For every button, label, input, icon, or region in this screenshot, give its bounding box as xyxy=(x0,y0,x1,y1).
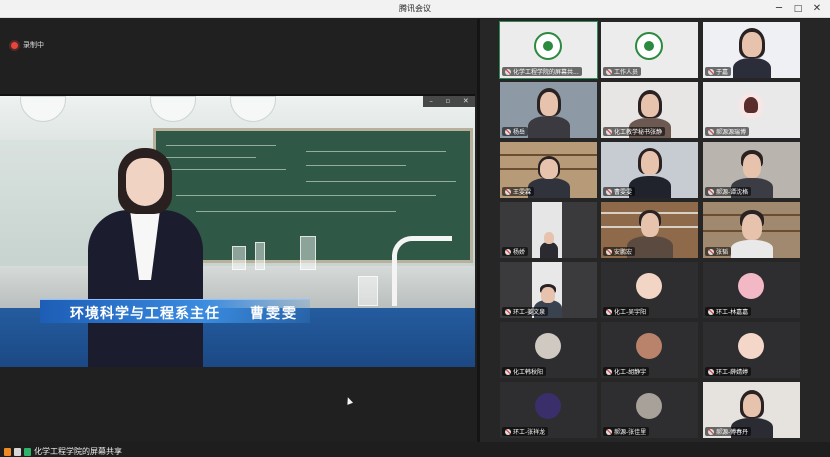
avatar xyxy=(535,393,561,419)
participant-tile[interactable]: 环工-张祥龙 xyxy=(500,382,597,438)
participant-name: 环工-张祥龙 xyxy=(513,429,546,436)
mic-muted-icon xyxy=(606,308,612,315)
participant-name: 环工-林嘉嘉 xyxy=(716,309,749,316)
participant-tile[interactable]: 化工-吴宇阳 xyxy=(601,262,698,318)
mic-muted-icon xyxy=(708,308,714,315)
shared-video[interactable]: 环境科学与工程系主任 曹雯雯 – ▫ ✕ xyxy=(0,94,475,367)
caption-role: 环境科学与工程系主任 xyxy=(70,306,220,322)
mic-muted-icon xyxy=(505,128,511,135)
recording-indicator: 录制中 xyxy=(11,40,44,50)
participant-tile[interactable]: 杨岳 xyxy=(500,82,597,138)
shared-screen-area[interactable]: 录制中 环境科学与工程系主任 曹雯雯 – ▫ ✕ 化学工程学院的屏幕共享 xyxy=(0,19,477,456)
mic-muted-icon xyxy=(505,248,511,255)
participant-tile[interactable]: 安鹏宏 xyxy=(601,202,698,258)
avatar xyxy=(636,273,662,299)
video-close-icon[interactable]: ✕ xyxy=(463,96,469,107)
mic-muted-icon xyxy=(708,248,714,255)
caption-name: 曹雯雯 xyxy=(250,306,298,322)
mic-muted-icon xyxy=(505,308,511,315)
mic-muted-icon xyxy=(606,428,612,435)
avatar xyxy=(738,273,764,299)
mic-muted-icon xyxy=(505,68,511,75)
participant-tile[interactable]: 曹雯雯 xyxy=(601,142,698,198)
recording-label: 录制中 xyxy=(23,41,44,49)
mic-muted-icon xyxy=(708,68,714,75)
record-dot-icon xyxy=(11,41,18,49)
participant-name: 化工教学秘书张静 xyxy=(614,129,663,136)
participant-tile[interactable]: 环工-姜文泉 xyxy=(500,262,597,318)
share-label-text: 化学工程学院的屏幕共享 xyxy=(34,447,122,456)
participant-name: 郝源-傅春丹 xyxy=(716,429,749,436)
participant-tile[interactable]: 王雯霖 xyxy=(500,142,597,198)
mic-muted-icon xyxy=(708,428,714,435)
participant-name: 化工-胡静宇 xyxy=(614,369,647,376)
participant-name: 杨娇 xyxy=(513,249,526,256)
minimize-button[interactable]: ─ xyxy=(771,1,787,17)
participant-tile[interactable]: 郝源源瑞博 xyxy=(703,82,800,138)
mic-muted-icon xyxy=(505,188,511,195)
participant-name: 郝源源瑞博 xyxy=(716,129,747,136)
participant-tile[interactable]: 环工-林嘉嘉 xyxy=(703,262,800,318)
participant-name: 环工-薛婧婷 xyxy=(716,369,749,376)
participant-tile[interactable]: 张韬 xyxy=(703,202,800,258)
mic-muted-icon xyxy=(505,428,511,435)
participant-tile[interactable]: 化学工程学院的屏幕共... xyxy=(499,21,598,79)
mic-muted-icon xyxy=(708,368,714,375)
participant-tile[interactable]: 化工-胡静宇 xyxy=(601,322,698,378)
mic-muted-icon xyxy=(606,368,612,375)
mic-muted-icon xyxy=(606,128,612,135)
host-icon xyxy=(4,447,11,456)
participant-name: 化工-吴宇阳 xyxy=(614,309,647,316)
mic-muted-icon xyxy=(606,188,612,195)
participant-name: 化学工程学院的屏幕共... xyxy=(513,69,579,76)
avatar xyxy=(535,333,561,359)
participant-tile[interactable]: 化工教学秘书张静 xyxy=(601,82,698,138)
participant-name: 曹雯雯 xyxy=(614,189,633,196)
participant-name: 杨岳 xyxy=(513,129,526,136)
participant-name: 于嘉 xyxy=(716,69,729,76)
video-restore-icon[interactable]: ▫ xyxy=(445,96,450,107)
avatar xyxy=(636,333,662,359)
school-logo-icon xyxy=(635,32,663,60)
presenter xyxy=(88,148,203,367)
participant-tile[interactable]: 郝源-谭沈格 xyxy=(703,142,800,198)
school-logo-icon xyxy=(534,32,562,60)
mic-muted-icon xyxy=(606,248,612,255)
participant-tile[interactable]: 环工-薛婧婷 xyxy=(703,322,800,378)
participant-tile[interactable]: 郝源-张佳里 xyxy=(601,382,698,438)
participant-name: 工作人员 xyxy=(614,69,639,76)
participant-tile[interactable]: 工作人员 xyxy=(601,22,698,78)
window-title: 腾讯会议 xyxy=(399,4,431,13)
mic-muted-icon xyxy=(606,68,612,75)
lower-third-caption: 环境科学与工程系主任 曹雯雯 xyxy=(40,299,310,323)
mic-muted-icon xyxy=(505,368,511,375)
participant-tile[interactable]: 郝源-傅春丹 xyxy=(703,382,800,438)
participant-tile[interactable]: 杨娇 xyxy=(500,202,597,258)
close-button[interactable]: ✕ xyxy=(809,1,825,17)
participant-tile[interactable]: 化工韩秋阳 xyxy=(500,322,597,378)
meeting-window: 腾讯会议 ─ □ ✕ 录制中 环境科学与工程系主任 曹雯雯 – ▫ ✕ 化学工程… xyxy=(0,0,830,456)
participant-name: 王雯霖 xyxy=(513,189,532,196)
participant-name: 张韬 xyxy=(716,249,729,256)
avatar xyxy=(738,333,764,359)
avatar xyxy=(636,393,662,419)
screen-icon xyxy=(14,447,21,456)
participant-name: 郝源-张佳里 xyxy=(614,429,647,436)
participant-name: 郝源-谭沈格 xyxy=(716,189,749,196)
maximize-button[interactable]: □ xyxy=(790,1,806,17)
participant-tile[interactable]: 于嘉 xyxy=(703,22,800,78)
participant-name: 化工韩秋阳 xyxy=(513,369,544,376)
participant-name: 环工-姜文泉 xyxy=(513,309,546,316)
title-bar: 腾讯会议 ─ □ ✕ xyxy=(0,0,830,18)
participant-name: 安鹏宏 xyxy=(614,249,633,256)
video-controls: – ▫ ✕ xyxy=(423,96,475,107)
mic-muted-icon xyxy=(708,128,714,135)
participant-grid: 化学工程学院的屏幕共... 工作人员 于嘉 杨岳 化工教学秘书张静 郝源源瑞博 … xyxy=(480,19,830,442)
mic-icon xyxy=(24,447,31,456)
video-minimize-icon[interactable]: – xyxy=(429,96,433,107)
mic-muted-icon xyxy=(708,188,714,195)
faucet xyxy=(392,236,452,306)
mouse-cursor-icon xyxy=(344,396,354,405)
screen-share-label: 化学工程学院的屏幕共享 xyxy=(4,446,122,457)
